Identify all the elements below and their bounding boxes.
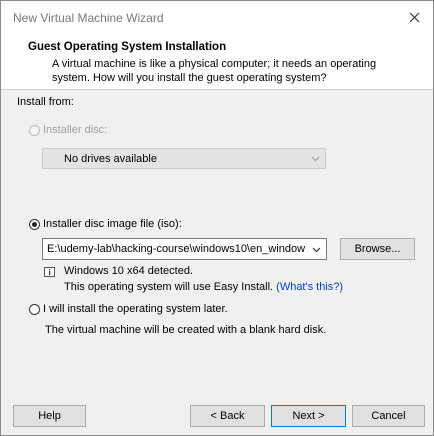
info-icon <box>44 267 55 277</box>
cancel-button[interactable]: Cancel <box>352 405 425 427</box>
radio-selected-dot <box>32 222 37 227</box>
dropdown-arrow-icon[interactable] <box>312 245 321 254</box>
back-button[interactable]: < Back <box>190 405 265 427</box>
close-icon <box>409 12 419 23</box>
dropdown-arrow-icon <box>311 156 320 162</box>
page-description-line-2: system. How will you install the guest o… <box>52 72 327 84</box>
whats-this-link[interactable]: (What's this?) <box>276 281 343 293</box>
install-later-description: The virtual machine will be created with… <box>45 324 327 336</box>
page-description-line-1: A virtual machine is like a physical com… <box>52 58 377 70</box>
installer-disc-dropdown[interactable]: No drives available <box>42 148 326 169</box>
install-later-label: I will install the operating system late… <box>43 303 228 315</box>
browse-button[interactable]: Browse... <box>340 238 415 260</box>
wizard-window: New Virtual Machine Wizard Guest Operati… <box>0 0 434 436</box>
installer-disc-dropdown-value: No drives available <box>64 153 157 165</box>
installer-disc-label: Installer disc: <box>43 124 108 136</box>
wizard-header: Guest Operating System Installation A vi… <box>1 34 433 89</box>
title-bar: New Virtual Machine Wizard <box>1 1 433 34</box>
next-button[interactable]: Next > <box>271 405 346 427</box>
iso-label: Installer disc image file (iso): <box>43 218 182 230</box>
os-detected-text: Windows 10 x64 detected. <box>64 265 194 277</box>
easy-install-message: This operating system will use Easy Inst… <box>64 281 274 293</box>
window-title: New Virtual Machine Wizard <box>13 11 164 25</box>
page-description: A virtual machine is like a physical com… <box>52 57 392 85</box>
installer-disc-radio[interactable] <box>29 125 40 136</box>
iso-path-combobox[interactable]: E:\udemy-lab\hacking-course\windows10\en… <box>42 238 327 260</box>
iso-path-value: E:\udemy-lab\hacking-course\windows10\en… <box>47 243 305 255</box>
install-later-radio[interactable] <box>29 304 40 315</box>
close-button[interactable] <box>395 1 433 34</box>
page-title: Guest Operating System Installation <box>28 41 227 53</box>
install-from-label: Install from: <box>17 96 74 108</box>
help-button[interactable]: Help <box>13 405 86 427</box>
iso-radio[interactable] <box>29 219 40 230</box>
easy-install-text: This operating system will use Easy Inst… <box>64 281 343 293</box>
